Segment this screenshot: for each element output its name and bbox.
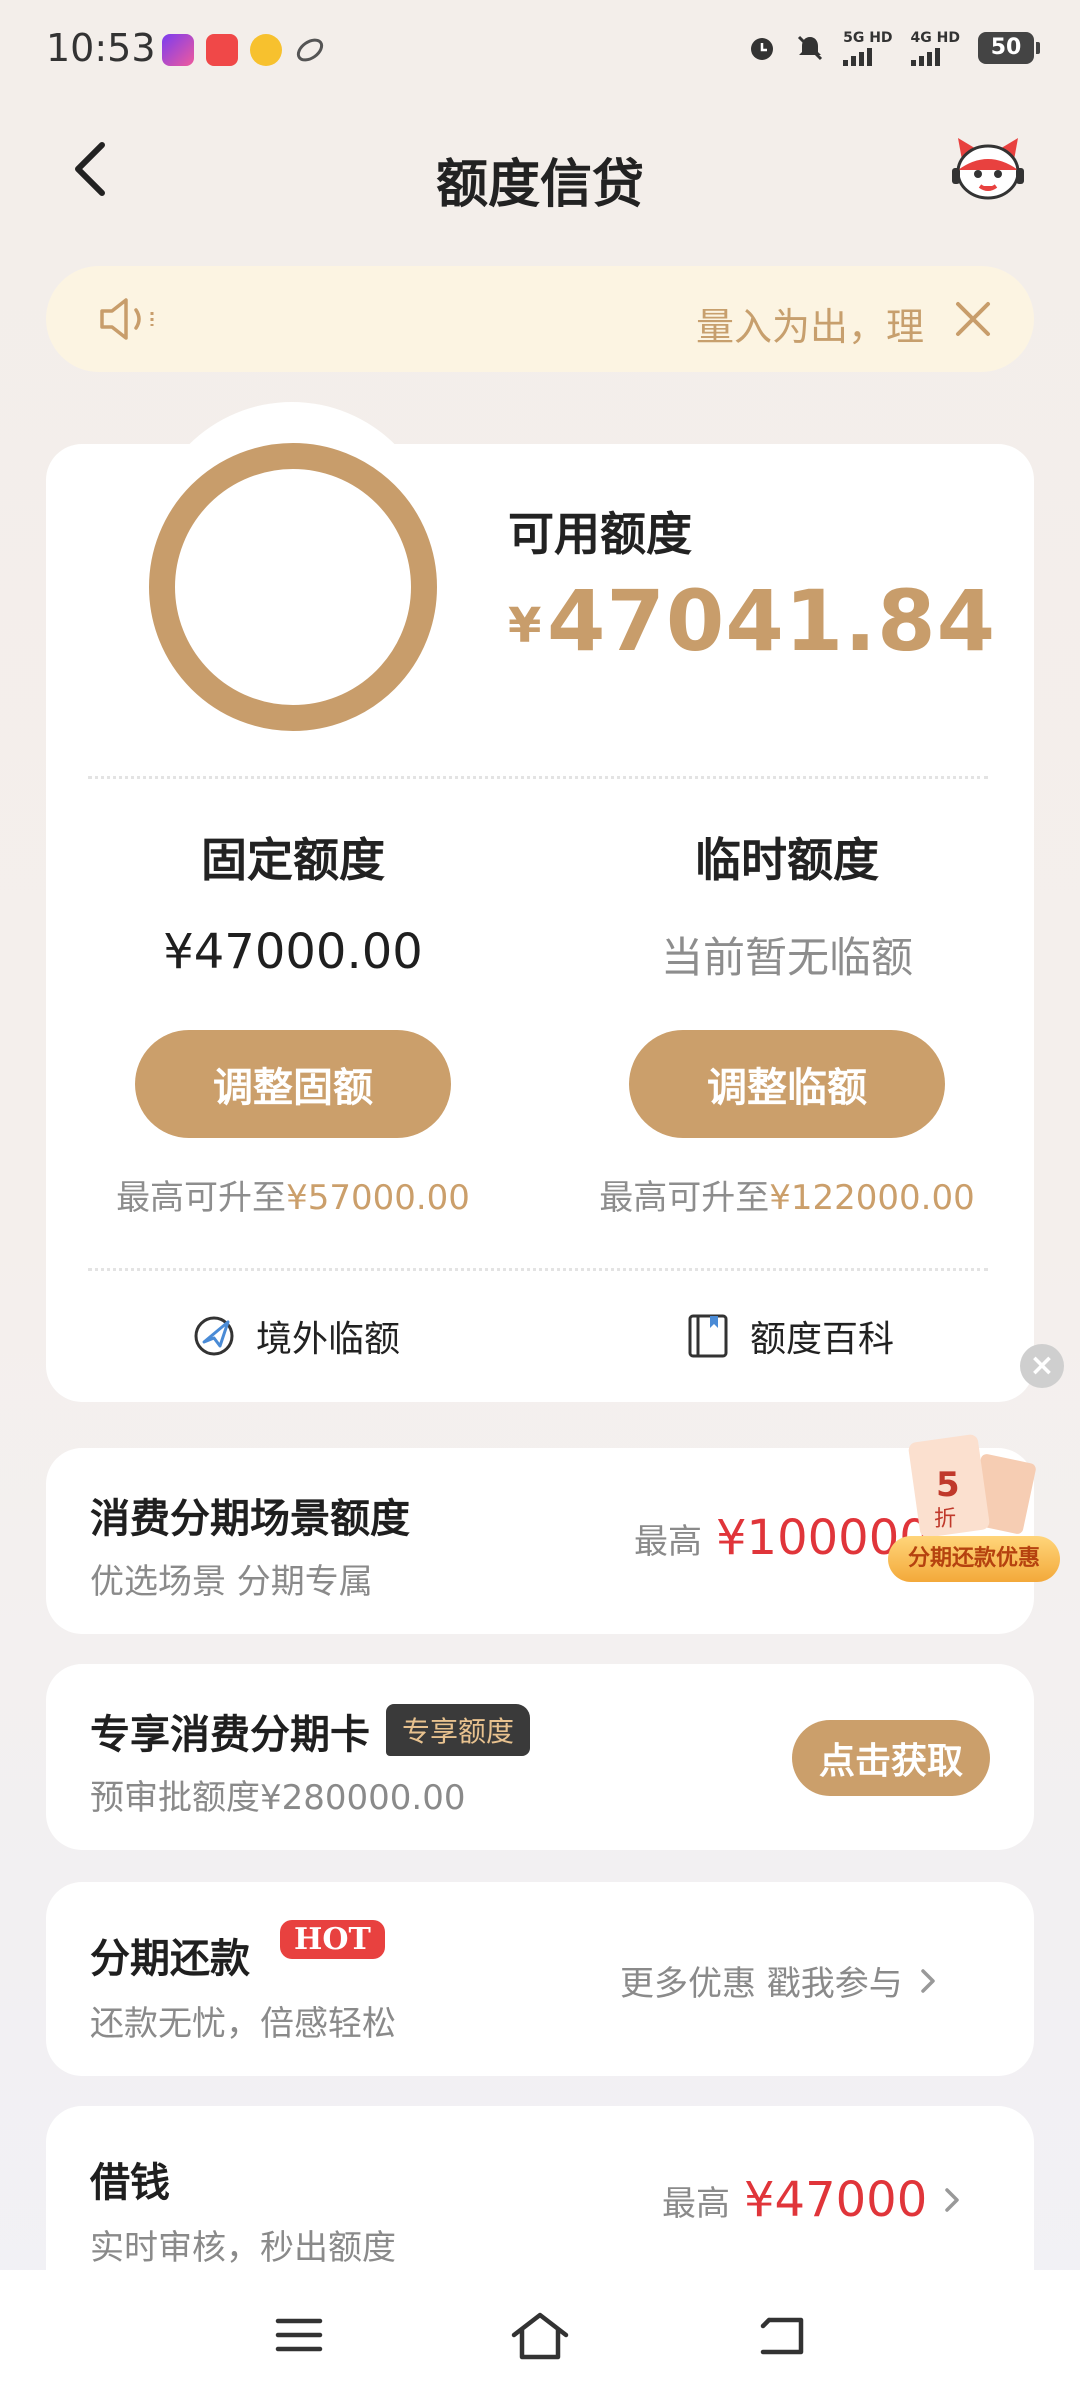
promo-badge-label: 分期还款优惠 (888, 1536, 1060, 1582)
plane-globe-icon (194, 1316, 234, 1356)
installment-scene-title: 消费分期场景额度 (90, 1496, 410, 1542)
link-app-icon (296, 38, 324, 62)
notification-icons (162, 34, 326, 66)
network-5g-label: 5G HD (843, 30, 893, 46)
divider (88, 776, 988, 779)
weibo-icon (250, 34, 282, 66)
battery-indicator: 50 (978, 32, 1040, 64)
home-icon (511, 2312, 569, 2360)
book-icon (688, 1314, 728, 1358)
exclusive-card-title: 专享消费分期卡 (90, 1712, 370, 1758)
max-label: 最高 (634, 1521, 702, 1562)
back-nav-button[interactable] (746, 2300, 816, 2370)
signal-bars-icon (843, 46, 873, 66)
temporary-credit-title: 临时额度 (695, 833, 879, 887)
temporary-credit-value: 当前暂无临额 (660, 933, 913, 982)
installment-promo-badge[interactable]: 5 折 分期还款优惠 (888, 1430, 1060, 1590)
mascot-icon (952, 138, 1024, 200)
temporary-note-prefix: 最高可升至 (599, 1178, 770, 1218)
installment-repay-right-text: 更多优惠 戳我参与 (620, 1964, 903, 2004)
promo-discount-unit: 折 (934, 1507, 956, 1532)
overseas-credit-link[interactable]: 境外临额 (190, 1310, 400, 1362)
page-title: 额度信贷 (435, 155, 644, 215)
adjust-fixed-button[interactable]: 调整固额 (135, 1030, 451, 1138)
status-indicators: 5G HD 4G HD 50 (747, 30, 1040, 66)
notice-bar[interactable]: 量入为出，理 (46, 266, 1034, 372)
status-time: 10:53 (46, 26, 156, 70)
network-4g: 4G HD (910, 30, 960, 66)
installment-scene-subtitle: 优选场景 分期专属 (90, 1562, 373, 1602)
system-nav-bar (0, 2270, 1080, 2400)
mute-bell-icon (798, 35, 823, 61)
exclusive-tag: 专享额度 (386, 1704, 531, 1756)
available-currency: ¥ (508, 598, 542, 654)
hot-tag: HOT (280, 1920, 385, 1959)
home-button[interactable] (505, 2300, 575, 2370)
credit-encyclopedia-label: 额度百科 (750, 1319, 895, 1360)
installment-repay-title: 分期还款 (90, 1936, 250, 1982)
borrow-max-label: 最高 (662, 2183, 730, 2224)
exclusive-card-subtitle: 预审批额度¥280000.00 (90, 1778, 466, 1818)
fixed-note-amount: ¥57000.00 (286, 1178, 470, 1218)
credit-ring-chart (149, 443, 437, 731)
notice-close-button[interactable] (946, 292, 1000, 346)
available-credit-amount: ¥ 47041.84 (508, 572, 996, 670)
close-icon (956, 302, 990, 336)
borrow-title: 借钱 (90, 2160, 170, 2206)
status-bar: 10:53 5G HD 4G HD 50 (0, 0, 1080, 100)
chevron-right-icon (945, 2188, 959, 2212)
borrow-max-amount: ¥47000 (744, 2172, 928, 2228)
alarm-icon (751, 38, 774, 60)
installment-repay-card[interactable]: 分期还款 HOT 还款无忧，倍感轻松 更多优惠 戳我参与 (46, 1882, 1034, 2076)
adjust-temporary-button[interactable]: 调整临额 (629, 1030, 945, 1138)
fixed-credit-value: ¥47000.00 (163, 924, 423, 980)
network-4g-label: 4G HD (910, 30, 960, 46)
installment-scene-card[interactable]: 消费分期场景额度 优选场景 分期专属 最高 ¥100000 (46, 1448, 1034, 1634)
overseas-credit-label: 境外临额 (256, 1319, 401, 1360)
float-close-button[interactable]: × (1020, 1344, 1064, 1388)
exclusive-card[interactable]: 专享消费分期卡 专享额度 预审批额度¥280000.00 点击获取 (46, 1664, 1034, 1850)
borrow-subtitle: 实时审核，秒出额度 (90, 2228, 396, 2268)
credit-encyclopedia-link[interactable]: 额度百科 (684, 1310, 894, 1362)
customer-service-button[interactable] (948, 130, 1028, 210)
network-5g: 5G HD (843, 30, 893, 66)
fixed-credit-note: 最高可升至¥57000.00 (46, 1170, 540, 1219)
temporary-note-amount: ¥122000.00 (769, 1178, 975, 1218)
borrow-max[interactable]: 最高 ¥47000 (662, 2172, 963, 2228)
divider (88, 1268, 988, 1271)
available-amount-value: 47041.84 (546, 572, 997, 670)
signal-bars-icon (910, 46, 940, 66)
installment-repay-more[interactable]: 更多优惠 戳我参与 (620, 1956, 939, 2005)
get-exclusive-button[interactable]: 点击获取 (792, 1720, 990, 1796)
return-icon (760, 2317, 804, 2355)
chevron-right-icon (921, 1968, 935, 1993)
temporary-credit-note: 最高可升至¥122000.00 (540, 1170, 1034, 1219)
app-notification-icon (162, 34, 194, 66)
app-notification-icon (206, 34, 238, 66)
menu-icon (275, 2318, 323, 2352)
discount-ticket-icon: 5 折 (908, 1434, 1036, 1538)
available-credit-label: 可用额度 (508, 507, 692, 561)
notice-text: 量入为出，理 (695, 305, 924, 349)
fixed-credit-title: 固定额度 (201, 833, 385, 887)
recent-apps-button[interactable] (264, 2300, 334, 2370)
installment-scene-max: 最高 ¥100000 (634, 1510, 930, 1566)
fixed-note-prefix: 最高可升至 (116, 1178, 287, 1218)
installment-repay-subtitle: 还款无忧，倍感轻松 (90, 2004, 396, 2044)
app-header: 额度信贷 (0, 120, 1080, 220)
speaker-icon (100, 298, 154, 340)
promo-discount-number: 5 (936, 1465, 960, 1505)
